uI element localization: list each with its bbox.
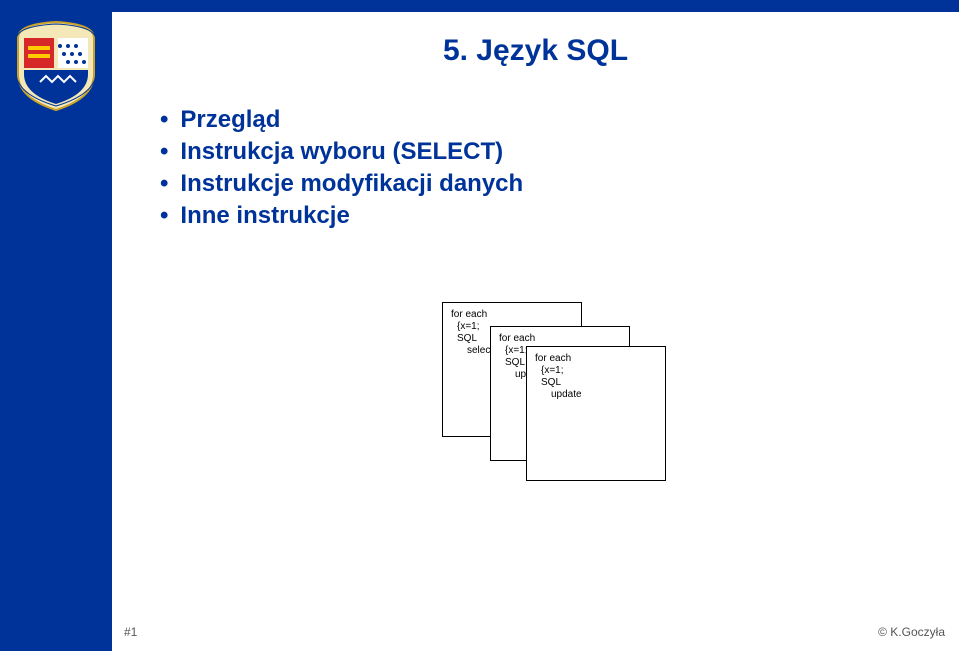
list-item: • Przegląd	[160, 106, 959, 134]
code-line: for each	[499, 333, 621, 345]
bullet-icon: •	[160, 106, 168, 134]
bullet-icon: •	[160, 138, 168, 166]
code-line: for each	[535, 353, 657, 365]
code-line: {x=1;	[541, 365, 657, 377]
code-line: update	[551, 389, 657, 401]
university-crest-logo	[10, 18, 102, 113]
copyright: © K.Goczyła	[878, 625, 945, 639]
bullet-label: Instrukcje modyfikacji danych	[180, 170, 523, 198]
bullet-list: • Przegląd • Instrukcja wyboru (SELECT) …	[160, 106, 959, 230]
list-item: • Instrukcja wyboru (SELECT)	[160, 138, 959, 166]
slide-number: #1	[124, 625, 137, 639]
slide-footer: #1 © K.Goczyła	[124, 625, 945, 639]
bullet-icon: •	[160, 170, 168, 198]
list-item: • Inne instrukcje	[160, 202, 959, 230]
code-box-stack: for each {x=1; SQL select for each {x=1;…	[442, 302, 672, 472]
slide-title: 5. Język SQL	[112, 34, 959, 68]
code-line: for each	[451, 309, 573, 321]
list-item: • Instrukcje modyfikacji danych	[160, 170, 959, 198]
code-box: for each {x=1; SQL update	[526, 346, 666, 481]
bullet-label: Inne instrukcje	[180, 202, 349, 230]
bullet-label: Instrukcja wyboru (SELECT)	[180, 138, 503, 166]
bullet-label: Przegląd	[180, 106, 280, 134]
code-line: SQL	[541, 377, 657, 389]
slide-content: 5. Język SQL • Przegląd • Instrukcja wyb…	[112, 12, 959, 651]
bullet-icon: •	[160, 202, 168, 230]
header-bar	[0, 0, 959, 12]
